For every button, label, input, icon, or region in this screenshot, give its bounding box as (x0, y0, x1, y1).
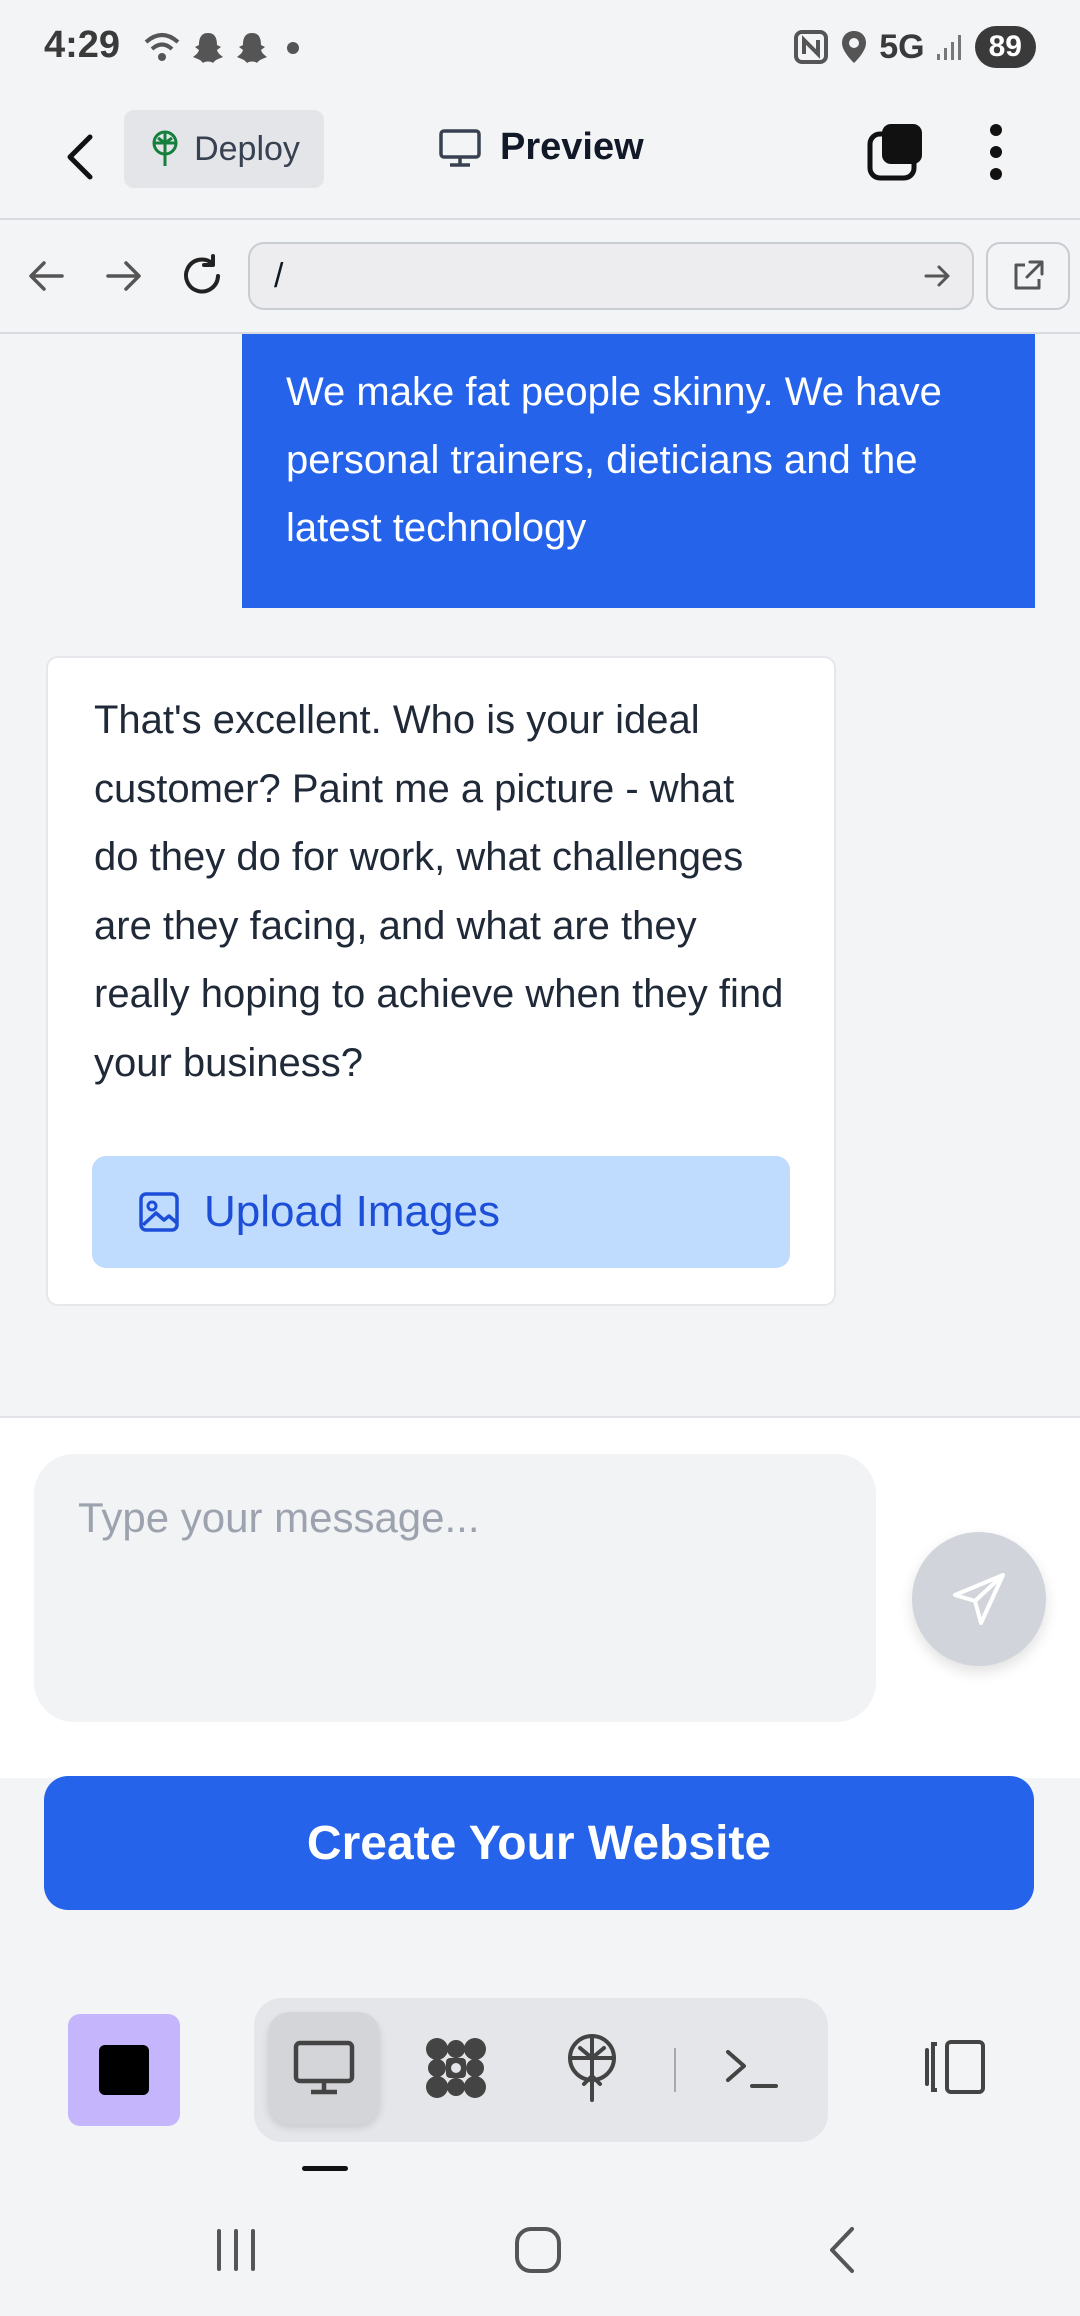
location-icon (842, 31, 867, 63)
arrow-right-icon (106, 261, 141, 291)
preview-label: Preview (500, 126, 644, 168)
more-vertical-icon (990, 124, 1002, 180)
stop-button[interactable] (68, 2014, 180, 2126)
open-external-button[interactable] (986, 242, 1070, 310)
deploy-icon (152, 130, 178, 166)
browser-back-button[interactable] (20, 250, 72, 302)
battery-level: 89 (974, 26, 1036, 68)
deploy-label: Deploy (194, 129, 300, 168)
reload-icon (184, 254, 220, 294)
back-icon (830, 2227, 854, 2273)
more-menu-button[interactable] (974, 120, 1018, 184)
layout-icon (925, 2040, 985, 2094)
wifi-icon (144, 33, 180, 61)
stop-icon (99, 2045, 149, 2095)
monitor-icon (439, 128, 481, 167)
apps-icon (426, 2038, 486, 2098)
system-navigation (0, 2180, 1080, 2316)
external-link-icon (1014, 260, 1044, 290)
home-button[interactable] (508, 2220, 568, 2280)
deploy-view-button[interactable] (536, 2012, 648, 2124)
terminal-view-button[interactable] (696, 2012, 808, 2124)
chat-thread[interactable]: We make fat people skinny. We have perso… (0, 334, 1080, 1418)
user-message: We make fat people skinny. We have perso… (242, 334, 1035, 608)
deploy-button[interactable]: Deploy (124, 110, 324, 188)
active-tab-indicator (302, 2166, 348, 2171)
view-switcher (254, 1998, 828, 2142)
terminal-icon (726, 2050, 778, 2088)
status-bar: 4:29 5G 89 (0, 0, 1080, 96)
url-value: / (274, 256, 284, 295)
upload-images-label: Upload Images (204, 1187, 500, 1236)
dot-icon (287, 42, 299, 54)
browser-forward-button[interactable] (98, 250, 150, 302)
image-icon (139, 1192, 179, 1232)
copy-icon (867, 124, 922, 181)
snapchat-icon (237, 33, 267, 63)
message-input[interactable]: Type your message... (34, 1454, 876, 1722)
create-website-button[interactable]: Create Your Website (44, 1776, 1034, 1910)
bottom-toolbar (0, 1940, 1080, 2180)
send-icon (953, 1573, 1005, 1625)
preview-title: Preview (438, 126, 644, 169)
recent-apps-icon (217, 2229, 255, 2271)
go-arrow-icon[interactable] (922, 260, 954, 292)
home-icon (515, 2227, 561, 2273)
apps-view-button[interactable] (400, 2012, 512, 2124)
deploy-icon (568, 2034, 616, 2102)
recent-apps-button[interactable] (206, 2220, 266, 2280)
preview-view-button[interactable] (268, 2012, 380, 2124)
create-website-label: Create Your Website (306, 1816, 772, 1870)
app-bar: Deploy Preview (0, 96, 1080, 220)
arrow-left-icon (29, 261, 64, 291)
reload-button[interactable] (176, 250, 228, 302)
send-button[interactable] (912, 1532, 1046, 1666)
copy-button[interactable] (864, 120, 928, 184)
system-back-button[interactable] (812, 2220, 872, 2280)
back-button[interactable] (56, 122, 104, 192)
network-type: 5G (879, 27, 925, 66)
snapchat-icon (193, 33, 223, 63)
nfc-icon (794, 30, 829, 64)
url-input[interactable]: / (248, 242, 974, 310)
toolbar-divider (674, 2048, 676, 2092)
url-bar: / (0, 220, 1080, 334)
signal-icon (936, 35, 961, 60)
status-time: 4:29 (44, 24, 121, 66)
layout-toggle-button[interactable] (916, 2022, 996, 2112)
upload-images-button[interactable]: Upload Images (92, 1156, 790, 1268)
monitor-icon (293, 2040, 355, 2095)
message-placeholder: Type your message... (78, 1494, 480, 1541)
assistant-message-text: That's excellent. Who is your ideal cust… (94, 698, 784, 1085)
composer: Type your message... (0, 1418, 1080, 1778)
chevron-left-icon (67, 134, 93, 180)
